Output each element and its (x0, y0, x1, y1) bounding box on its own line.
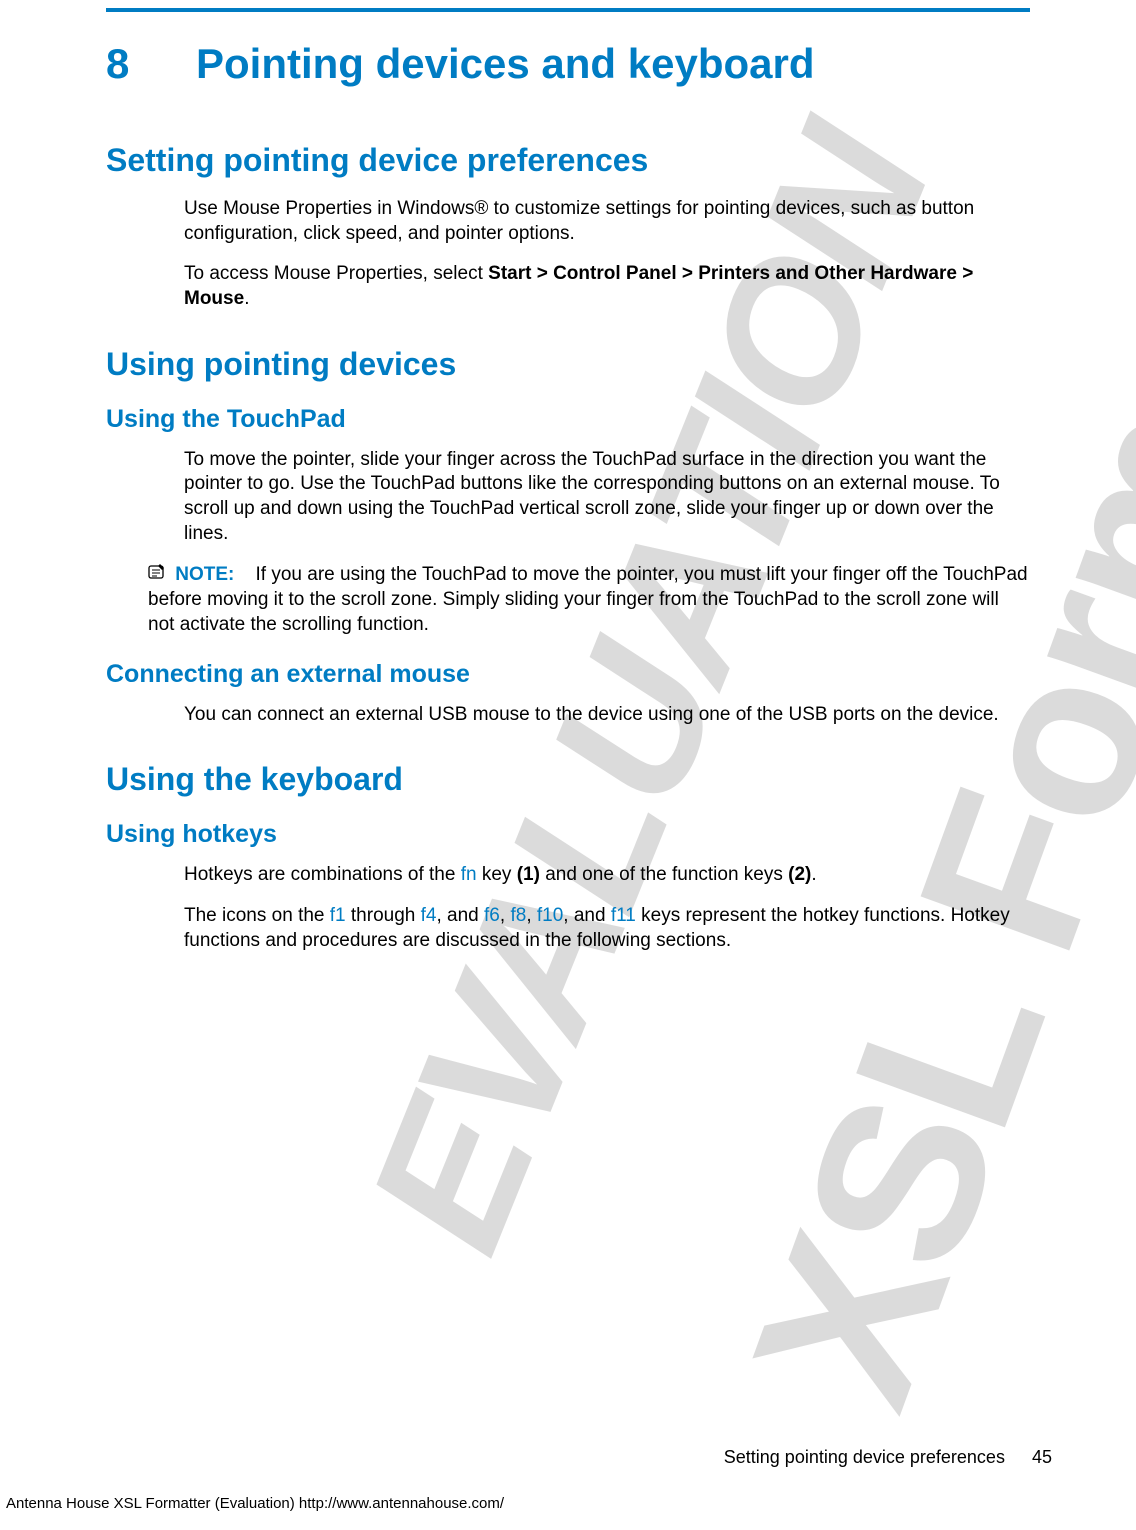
body-text: Use Mouse Properties in Windows® to cust… (184, 197, 1030, 246)
key-f1: f1 (330, 905, 346, 926)
body-text: To move the pointer, slide your finger a… (184, 448, 1030, 547)
text-run: , (526, 905, 537, 926)
key-f6: f6 (484, 905, 500, 926)
text-run: , (500, 905, 511, 926)
subsection-hotkeys: Using hotkeys (106, 820, 1030, 849)
footer-right: Setting pointing device preferences 45 (724, 1447, 1052, 1468)
text-run: , and (436, 905, 484, 926)
text-run: Hotkeys are combinations of the (184, 864, 461, 885)
text-run: , and (563, 905, 611, 926)
key-f8: f8 (510, 905, 526, 926)
text-run: through (346, 905, 421, 926)
key-f11: f11 (611, 905, 636, 926)
subsection-touchpad: Using the TouchPad (106, 405, 1030, 434)
text-run: The icons on the (184, 905, 330, 926)
chapter-title: 8Pointing devices and keyboard (106, 40, 1030, 88)
body-text: Hotkeys are combinations of the fn key (… (184, 863, 1030, 888)
key-fn: fn (461, 864, 477, 885)
note-text: If you are using the TouchPad to move th… (148, 564, 1028, 635)
footer-section-ref: Setting pointing device preferences (724, 1447, 1005, 1467)
subsection-external-mouse: Connecting an external mouse (106, 660, 1030, 689)
section-setting-preferences: Setting pointing device preferences (106, 142, 1030, 179)
body-text: You can connect an external USB mouse to… (184, 703, 1030, 728)
note-text (240, 564, 256, 585)
body-text: To access Mouse Properties, select Start… (184, 262, 1030, 311)
top-rule (106, 8, 1030, 12)
text-run: . (811, 864, 816, 885)
page-number: 45 (1032, 1447, 1052, 1467)
section-using-keyboard: Using the keyboard (106, 761, 1030, 798)
key-f10: f10 (537, 905, 563, 926)
callout-1: (1) (517, 864, 540, 885)
chapter-number: 8 (106, 40, 196, 88)
section-using-pointing: Using pointing devices (106, 346, 1030, 383)
text-run: To access Mouse Properties, select (184, 263, 488, 284)
body-text: The icons on the f1 through f4, and f6, … (184, 904, 1030, 953)
text-run: and one of the function keys (540, 864, 788, 885)
key-f4: f4 (421, 905, 437, 926)
note-icon (148, 563, 170, 589)
note-block: NOTE: If you are using the TouchPad to m… (148, 563, 1030, 638)
text-run: . (244, 288, 249, 309)
chapter-title-text: Pointing devices and keyboard (196, 40, 815, 87)
callout-2: (2) (788, 864, 811, 885)
note-label: NOTE: (175, 564, 234, 585)
page-content: 8Pointing devices and keyboard Setting p… (0, 8, 1136, 953)
footer-generator: Antenna House XSL Formatter (Evaluation)… (6, 1495, 504, 1512)
text-run: key (477, 864, 517, 885)
